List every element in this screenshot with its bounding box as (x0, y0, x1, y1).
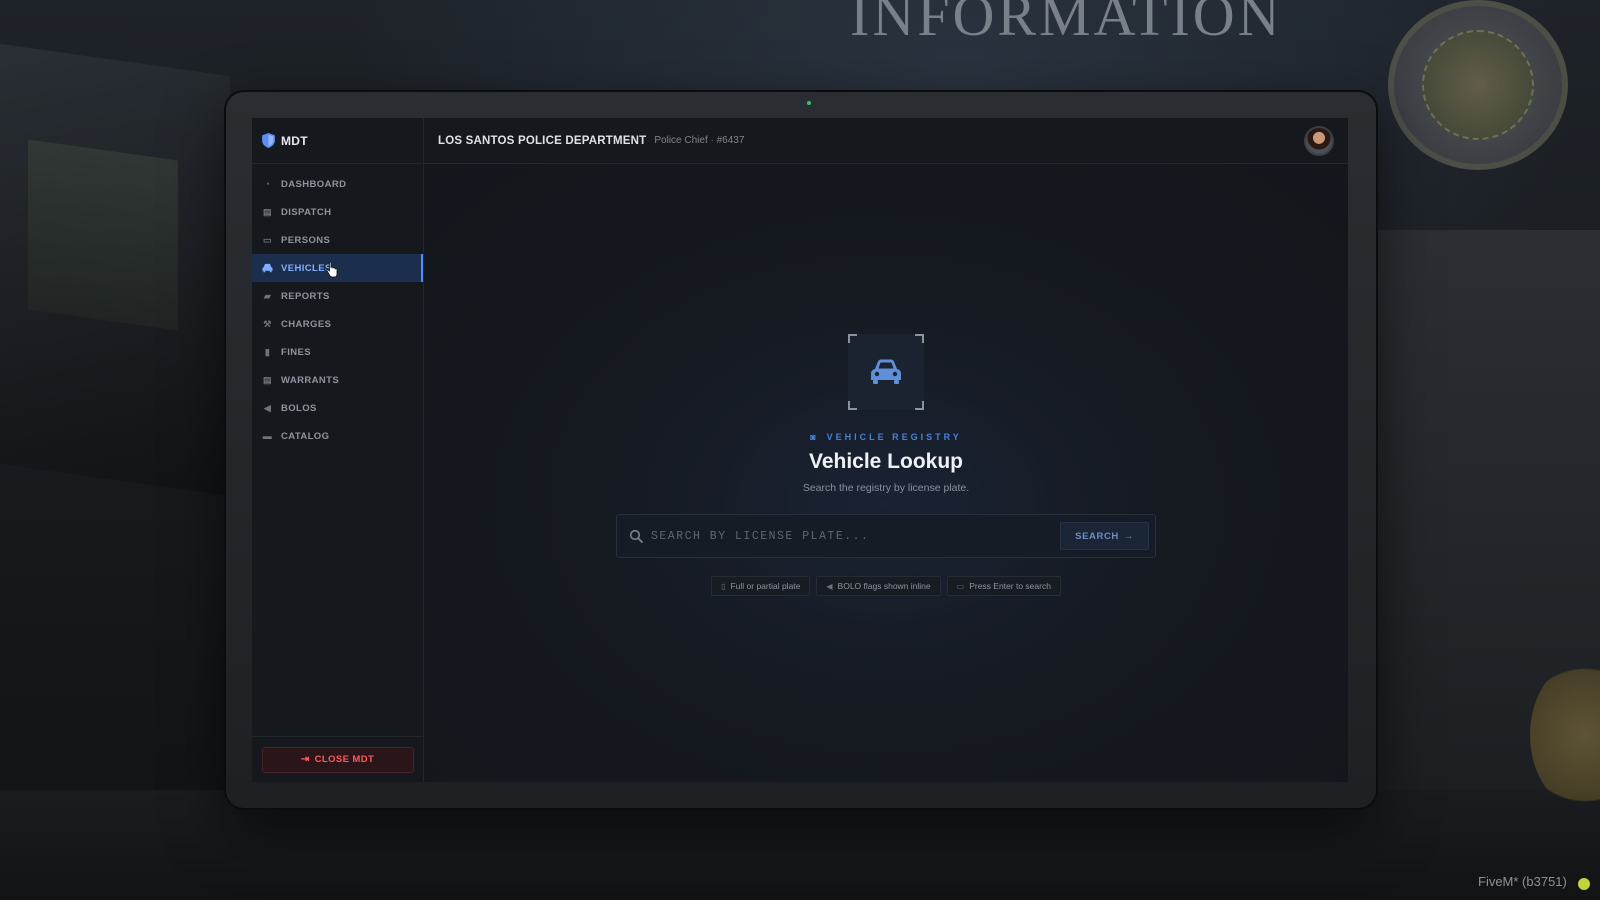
sidebar-item-label: CATALOG (281, 430, 330, 442)
vehicle-lookup-content: ◙ VEHICLE REGISTRY Vehicle Lookup Search… (424, 164, 1348, 782)
camera-indicator-icon (807, 101, 811, 105)
mdt-screen: MDT ◔ DASHBOARD ▤ DISPATCH ▭ PERSONS VEH… (252, 118, 1348, 782)
sidebar-item-label: FINES (281, 346, 311, 358)
mouse-cursor-icon (326, 262, 338, 278)
search-icon (629, 529, 643, 543)
sidebar-item-label: BOLOS (281, 402, 317, 414)
catalog-icon: ▬ (262, 430, 273, 441)
keyboard-icon: ▭ (956, 581, 965, 591)
close-mdt-button[interactable]: ⇥ CLOSE MDT (261, 746, 414, 773)
plate-search-input[interactable] (651, 529, 1061, 543)
sidebar-item-reports[interactable]: ▰ REPORTS (252, 282, 423, 310)
shield-icon (262, 133, 275, 148)
sidebar-item-label: VEHICLES (281, 262, 332, 274)
hint-chip: ▯ Full or partial plate (711, 576, 811, 596)
client-version-label: FiveM* (b3751) (1478, 874, 1567, 889)
department-name: LOS SANTOS POLICE DEPARTMENT (438, 134, 647, 147)
document-icon: ▯ (721, 581, 726, 591)
top-bar: LOS SANTOS POLICE DEPARTMENT Police Chie… (424, 118, 1348, 164)
avatar[interactable] (1304, 125, 1334, 156)
hint-label: Full or partial plate (730, 581, 801, 591)
sidebar-nav: ◔ DASHBOARD ▤ DISPATCH ▭ PERSONS VEHICLE… (252, 164, 423, 450)
search-button[interactable]: SEARCH → (1060, 522, 1149, 550)
sidebar-item-label: PERSONS (281, 234, 331, 246)
vehicle-illustration (848, 334, 924, 410)
sidebar: MDT ◔ DASHBOARD ▤ DISPATCH ▭ PERSONS VEH… (252, 118, 424, 782)
sidebar-item-warrants[interactable]: ▤ WARRANTS (252, 366, 423, 394)
sidebar-item-bolos[interactable]: ◀ BOLOS (252, 394, 423, 422)
sidebar-item-dispatch[interactable]: ▤ DISPATCH (252, 198, 423, 226)
sidebar-item-fines[interactable]: ▮ FINES (252, 338, 423, 366)
arrow-right-icon: → (1123, 530, 1134, 542)
eyebrow-label: VEHICLE REGISTRY (826, 432, 962, 442)
sidebar-item-label: WARRANTS (281, 374, 340, 386)
vehicle-lookup-panel: ◙ VEHICLE REGISTRY Vehicle Lookup Search… (424, 334, 1348, 596)
dispatch-icon: ▤ (263, 206, 272, 217)
hint-chip: ◀ BOLO flags shown inline (816, 576, 941, 596)
gavel-icon: ⚒ (263, 318, 272, 329)
car-icon (871, 359, 901, 384)
information-sign: INFORMATION (850, 0, 1283, 48)
sign-out-icon: ⇥ (300, 754, 310, 765)
sidebar-item-label: CHARGES (281, 318, 332, 330)
page-title: Vehicle Lookup (808, 450, 964, 473)
id-card-icon: ▭ (263, 234, 272, 245)
main-panel: LOS SANTOS POLICE DEPARTMENT Police Chie… (424, 118, 1348, 782)
sidebar-item-persons[interactable]: ▭ PERSONS (252, 226, 423, 254)
sidebar-item-label: DISPATCH (281, 206, 332, 218)
dashboard-icon: ◔ (264, 178, 271, 189)
sidebar-item-label: DASHBOARD (281, 178, 347, 190)
background-window-view (28, 139, 178, 331)
hint-label: Press Enter to search (969, 581, 1051, 591)
search-button-label: SEARCH (1075, 530, 1119, 542)
megaphone-icon: ◀ (263, 402, 272, 413)
sidebar-item-charges[interactable]: ⚒ CHARGES (252, 310, 423, 338)
megaphone-icon: ◀ (826, 581, 833, 591)
sidebar-item-catalog[interactable]: ▬ CATALOG (252, 422, 423, 450)
sidebar-item-label: REPORTS (281, 290, 330, 302)
sidebar-item-dashboard[interactable]: ◔ DASHBOARD (252, 170, 423, 198)
hint-label: BOLO flags shown inline (837, 581, 931, 591)
plate-search-bar: SEARCH → (616, 514, 1156, 558)
warrant-icon: ▤ (263, 374, 272, 385)
database-icon: ◙ (810, 432, 819, 442)
page-subtitle: Search the registry by license plate. (802, 482, 970, 494)
section-eyebrow: ◙ VEHICLE REGISTRY (810, 432, 962, 442)
client-status-icon (1578, 878, 1590, 890)
officer-rank: Police Chief · #6437 (654, 135, 745, 146)
city-seal-image (1388, 0, 1568, 170)
hint-chip: ▭ Press Enter to search (946, 576, 1061, 596)
brand-name: MDT (281, 133, 308, 148)
brand: MDT (252, 118, 423, 164)
folder-icon: ▰ (263, 290, 272, 301)
sidebar-footer: ⇥ CLOSE MDT (252, 736, 423, 782)
car-icon (262, 263, 273, 273)
search-hints: ▯ Full or partial plate ◀ BOLO flags sho… (711, 576, 1061, 596)
close-mdt-label: CLOSE MDT (314, 754, 375, 765)
receipt-icon: ▮ (264, 346, 271, 357)
